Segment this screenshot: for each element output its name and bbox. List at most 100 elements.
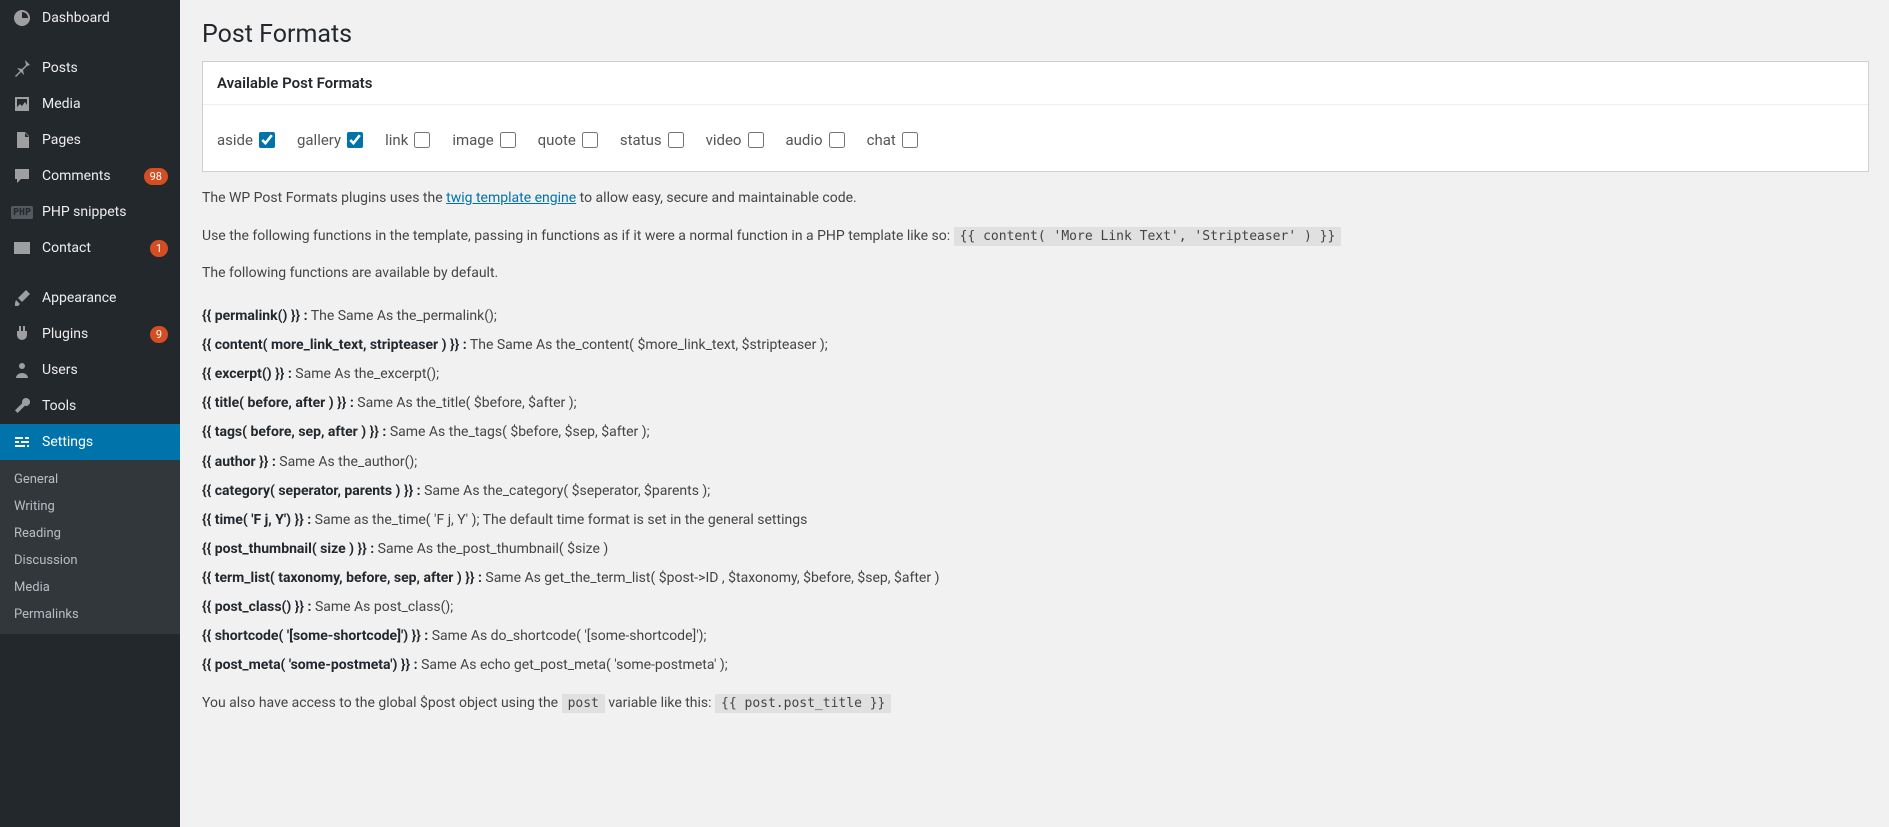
php-icon: PHP [12,202,32,222]
function-description: Same As the_author(); [276,454,417,470]
function-description: Same As the_tags( $before, $sep, $after … [386,424,649,440]
menu-label: Posts [42,60,168,76]
format-checkbox-link[interactable] [414,132,430,148]
menu-label: Dashboard [42,10,168,26]
format-checkbox-gallery[interactable] [347,132,363,148]
submenu-item-writing[interactable]: Writing [0,493,180,520]
function-line: {{ time( 'F j, Y') }} : Same as the_time… [202,509,1869,532]
submenu-item-reading[interactable]: Reading [0,520,180,547]
format-label: gallery [297,131,341,149]
twig-link[interactable]: twig template engine [446,190,576,206]
format-checkbox-quote[interactable] [582,132,598,148]
intro-paragraph-2: Use the following functions in the templ… [202,226,1869,248]
submenu-item-general[interactable]: General [0,466,180,493]
menu-label: Users [42,362,168,378]
menu-item-tools[interactable]: Tools [0,388,180,424]
count-badge: 98 [144,168,168,185]
function-description: Same as the_time( 'F j, Y' ); The defaul… [311,512,807,528]
pin-icon [12,58,32,78]
settings-submenu: GeneralWritingReadingDiscussionMediaPerm… [0,460,180,634]
menu-item-pages[interactable]: Pages [0,122,180,158]
submenu-item-media[interactable]: Media [0,574,180,601]
function-signature: {{ shortcode( '[some-shortcode]') }} : [202,628,428,644]
function-description: Same As do_shortcode( '[some-shortcode]'… [428,628,706,644]
format-label: status [620,131,662,149]
function-signature: {{ post_class() }} : [202,599,311,615]
format-label: video [706,131,742,149]
menu-item-plugins[interactable]: Plugins9 [0,316,180,352]
intro-paragraph-1: The WP Post Formats plugins uses the twi… [202,188,1869,210]
format-label: link [385,131,408,149]
menu-item-dashboard[interactable]: Dashboard [0,0,180,36]
function-signature: {{ excerpt() }} : [202,366,292,382]
format-checkbox-row: aside gallery link image quote status video aud… [217,131,1854,149]
function-signature: {{ author }} : [202,454,276,470]
media-icon [12,94,32,114]
function-description: Same As the_post_thumbnail( $size ) [374,541,608,557]
submenu-item-permalinks[interactable]: Permalinks [0,601,180,628]
menu-item-settings[interactable]: Settings [0,424,180,460]
menu-item-comments[interactable]: Comments98 [0,158,180,194]
menu-label: Appearance [42,290,168,306]
sliders-icon [12,432,32,452]
function-signature: {{ term_list( taxonomy, before, sep, aft… [202,570,482,586]
function-signature: {{ post_thumbnail( size ) }} : [202,541,374,557]
format-checkbox-image[interactable] [500,132,516,148]
function-signature: {{ tags( before, sep, after ) }} : [202,424,386,440]
function-signature: {{ permalink() }} : [202,308,308,324]
format-checkbox-aside[interactable] [259,132,275,148]
menu-label: Plugins [42,326,150,342]
post-var-code: post [562,694,605,713]
user-icon [12,360,32,380]
submenu-item-discussion[interactable]: Discussion [0,547,180,574]
comment-icon [12,166,32,186]
format-option-quote[interactable]: quote [538,131,598,149]
function-line: {{ post_meta( 'some-postmeta') }} : Same… [202,654,1869,677]
format-option-status[interactable]: status [620,131,684,149]
function-line: {{ post_thumbnail( size ) }} : Same As t… [202,538,1869,561]
format-option-aside[interactable]: aside [217,131,275,149]
function-signature: {{ title( before, after ) }} : [202,395,354,411]
count-badge: 1 [150,240,168,257]
function-line: {{ shortcode( '[some-shortcode]') }} : S… [202,625,1869,648]
format-label: chat [867,131,896,149]
function-description: The Same As the_content( $more_link_text… [467,337,828,353]
menu-item-users[interactable]: Users [0,352,180,388]
function-description: Same As post_class(); [311,599,453,615]
function-description: Same As the_excerpt(); [292,366,439,382]
function-description: Same As the_category( $seperator, $paren… [421,483,711,499]
format-option-video[interactable]: video [706,131,764,149]
function-description: Same As echo get_post_meta( 'some-postme… [418,657,728,673]
menu-label: Comments [42,168,144,184]
menu-item-posts[interactable]: Posts [0,50,180,86]
function-line: {{ tags( before, sep, after ) }} : Same … [202,421,1869,444]
function-description: The Same As the_permalink(); [308,308,497,324]
function-line: {{ permalink() }} : The Same As the_perm… [202,305,1869,328]
outro-paragraph: You also have access to the global $post… [202,693,1869,715]
menu-item-media[interactable]: Media [0,86,180,122]
format-option-image[interactable]: image [452,131,515,149]
admin-sidebar: DashboardPostsMediaPagesComments98PHPPHP… [0,0,180,827]
count-badge: 9 [150,326,168,343]
function-line: {{ excerpt() }} : Same As the_excerpt(); [202,363,1869,386]
format-label: image [452,131,493,149]
format-option-gallery[interactable]: gallery [297,131,363,149]
function-signature: {{ category( seperator, parents ) }} : [202,483,421,499]
format-checkbox-chat[interactable] [902,132,918,148]
function-signature: {{ time( 'F j, Y') }} : [202,512,311,528]
format-checkbox-status[interactable] [668,132,684,148]
format-checkbox-audio[interactable] [829,132,845,148]
function-line: {{ content( more_link_text, stripteaser … [202,334,1869,357]
pages-icon [12,130,32,150]
menu-label: Tools [42,398,168,414]
menu-item-contact[interactable]: Contact1 [0,230,180,266]
menu-item-php-snippets[interactable]: PHPPHP snippets [0,194,180,230]
format-option-audio[interactable]: audio [786,131,845,149]
format-checkbox-video[interactable] [748,132,764,148]
function-signature: {{ post_meta( 'some-postmeta') }} : [202,657,418,673]
format-option-chat[interactable]: chat [867,131,918,149]
menu-item-appearance[interactable]: Appearance [0,280,180,316]
format-option-link[interactable]: link [385,131,430,149]
function-line: {{ term_list( taxonomy, before, sep, aft… [202,567,1869,590]
format-label: aside [217,131,253,149]
